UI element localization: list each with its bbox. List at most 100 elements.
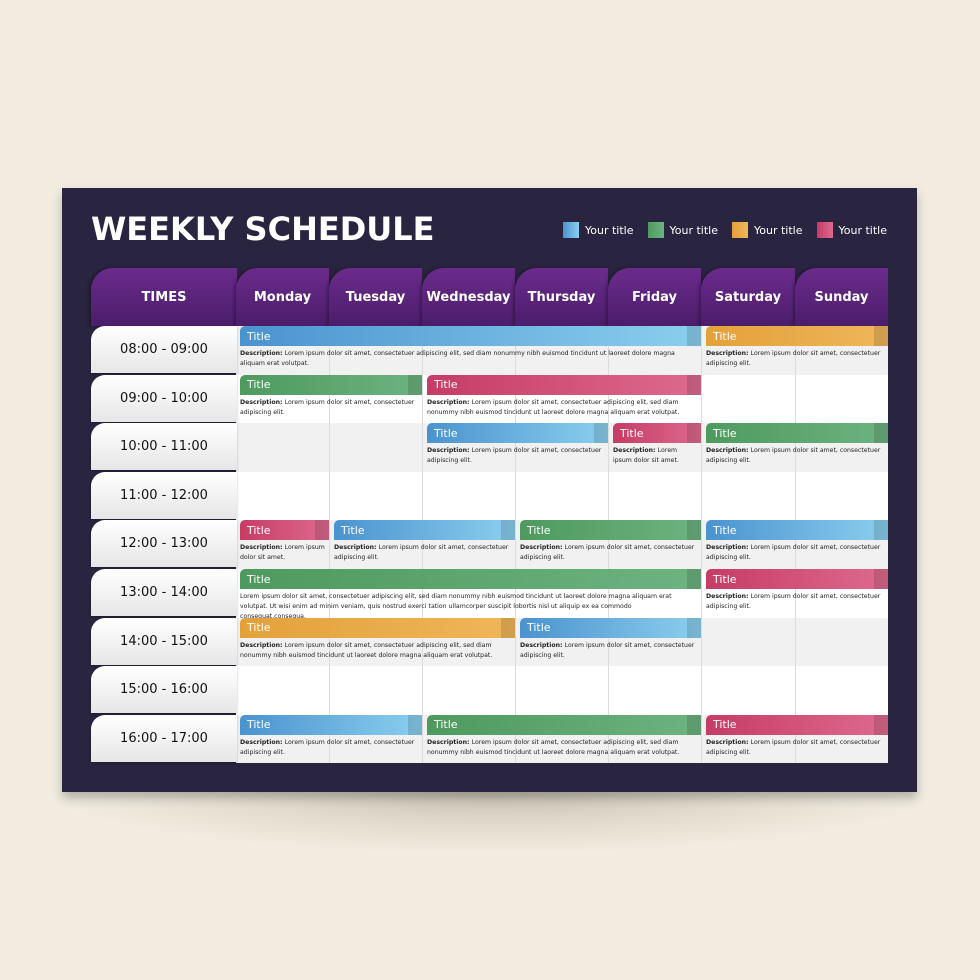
column-divider [701,326,702,763]
event-description-label: Description: [427,398,472,406]
board-shadow [70,790,915,850]
event-description: Description: Lorem ipsum dolor sit amet,… [520,540,701,563]
header-times: TIMES [91,268,237,326]
event-title: Title [247,572,271,586]
legend-swatch-pink [816,222,833,238]
row-background [236,666,888,715]
time-slot-label: 13:00 - 14:00 [91,569,237,617]
event-card[interactable]: Title Description: Lorem ipsum dolor sit … [240,374,422,424]
event-title: Title [247,621,271,635]
event-card[interactable]: Title Description: Lorem ipsum dolor sit … [706,423,888,472]
event-title: Title [713,523,737,537]
event-card[interactable]: Title Description: Lorem ipsum dolor sit … [240,714,422,764]
event-description-label: Description: [240,398,285,406]
time-slot-label: 10:00 - 11:00 [91,423,237,471]
header-tuesday: Tuesday [329,268,422,326]
legend-label: Your title [754,223,803,237]
event-title-bar: Title [706,714,888,735]
event-description-label: Description: [706,593,751,600]
event-description-label: Description: [706,350,751,357]
header-saturday: Saturday [701,268,795,326]
schedule-grid: Title Description: Lorem ipsum dolor sit … [236,326,888,764]
event-description-label: Description: [706,738,751,746]
legend-item-pink: Your title [816,222,888,238]
header-monday: Monday [236,268,329,326]
event-description: Description: Lorem ipsum dolor sit amet,… [427,395,701,418]
time-slot-label: 15:00 - 16:00 [91,666,237,714]
event-card[interactable]: Title Description: Lorem ipsum dolor sit … [427,374,701,424]
time-slot-label: 14:00 - 15:00 [91,617,237,665]
event-card[interactable]: Title Description: Lorem ipsum dolor sit … [520,617,701,667]
event-description-label: Description: [706,447,751,455]
event-card[interactable]: Title Description: Lorem ipsum dolor sit … [706,520,888,569]
legend-item-green: Your title [647,222,719,238]
legend-swatch-green [647,222,664,238]
page-title: WEEKLY SCHEDULE [91,210,435,248]
event-card[interactable]: Title Description: Lorem ipsum dolor sit … [240,617,515,667]
header-sunday: Sunday [795,268,888,326]
time-slot-label: 12:00 - 13:00 [91,520,237,568]
event-description: Description: Lorem ipsum dolor sit amet,… [706,589,888,612]
event-title-bar: Title [706,569,888,589]
event-card[interactable]: Title Description: Lorem ipsum dolor sit … [520,520,701,569]
event-title-bar: Title [427,714,701,735]
event-description: Description: Lorem ipsum dolor sit amet,… [706,540,888,563]
event-description: Description: Lorem ipsum dolor sit amet,… [427,443,608,466]
event-card[interactable]: Title Description: Lorem ipsum dolor sit … [240,326,701,375]
event-description-text: Lorem ipsum dolor sit amet, consectetuer… [240,350,675,367]
event-card[interactable]: Title Description: Lorem ipsum dolor sit … [706,714,888,764]
event-title-bar: Title [240,714,422,735]
event-description-label: Description: [427,447,472,455]
legend-swatch-orange [732,222,748,238]
event-description: Description: Lorem ipsum dolor sit amet,… [520,638,701,661]
event-description: Description: Lorem ipsum dolor sit amet,… [427,735,701,758]
event-title-bar: Title [706,423,888,444]
event-title: Title [247,329,271,343]
event-description-label: Description: [240,544,285,552]
event-title: Title [620,426,644,440]
event-description: Description: Lorem ipsum dolor sit amet,… [240,395,422,418]
event-description: Description: Lorem ipsum dolor sit amet. [240,540,329,563]
row-background [236,471,888,521]
legend-label: Your title [838,223,888,237]
event-title: Title [527,523,551,537]
event-card[interactable]: Title Description: Lorem ipsum dolor sit … [240,520,329,569]
header-friday: Friday [608,268,701,326]
event-title: Title [434,378,458,392]
event-title: Title [713,718,737,732]
event-title-bar: Title [520,617,701,638]
event-description-label: Description: [520,641,565,649]
event-description-label: Description: [240,641,285,649]
event-card[interactable]: Title Lorem ipsum dolor sit amet, consect… [240,569,701,620]
event-description: Description: Lorem ipsum dolor sit amet,… [240,638,515,661]
event-description-label: Description: [613,447,658,455]
event-title-bar: Title [613,423,701,444]
event-title: Title [713,426,737,440]
event-card[interactable]: Title Description: Lorem ipsum dolor sit … [334,520,515,569]
event-card[interactable]: Title Description: Lorem ipsum dolor sit … [613,423,701,472]
time-slot-label: 11:00 - 12:00 [91,471,237,519]
weekly-schedule-board: WEEKLY SCHEDULE Your title Your title Yo… [62,188,917,792]
event-title-bar: Title [240,617,515,638]
event-card[interactable]: Title Description: Lorem ipsum dolor sit … [706,326,888,375]
header-thursday: Thursday [515,268,608,326]
event-description: Description: Lorem ipsum dolor sit amet,… [706,443,888,466]
event-card[interactable]: Title Description: Lorem ipsum dolor sit … [427,423,608,472]
time-slot-label: 09:00 - 10:00 [91,374,237,422]
event-description: Description: Lorem ipsum dolor sit amet,… [240,735,422,758]
event-title-bar: Title [240,374,422,395]
event-title-bar: Title [706,326,888,346]
event-title: Title [434,426,458,440]
event-card[interactable]: Title Description: Lorem ipsum dolor sit … [427,714,701,764]
event-description-label: Description: [240,350,285,357]
legend-item-orange: Your title [732,222,803,238]
event-card[interactable]: Title Description: Lorem ipsum dolor sit … [706,569,888,618]
event-description-label: Description: [706,544,751,552]
event-title: Title [341,523,365,537]
legend-label: Your title [669,223,719,237]
event-title: Title [247,378,271,392]
event-description-label: Description: [334,544,379,552]
event-description: Description: Lorem ipsum dolor sit amet. [613,443,701,466]
legend: Your title Your title Your title Your ti… [563,222,887,238]
event-title: Title [713,329,737,343]
